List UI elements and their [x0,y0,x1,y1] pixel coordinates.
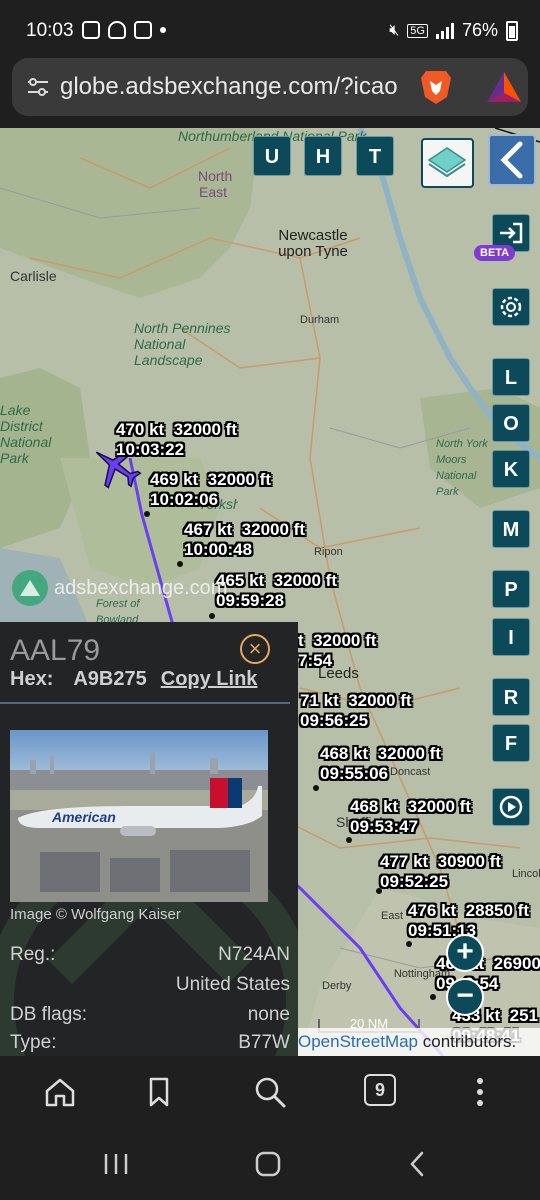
mute-icon: 🔇︎ [389,21,400,39]
network-type: 5G [407,23,428,38]
place-durham: Durham [300,314,340,326]
signal-icon [435,22,454,39]
bat-triangle-icon[interactable] [486,71,522,103]
p-button[interactable]: P [492,570,530,608]
hex-row: Hex: A9B275 Copy Link [10,668,258,690]
dbflags-value: none [247,1004,290,1025]
adsbx-logo-icon [12,570,48,606]
copy-link[interactable]: Copy Link [161,668,258,690]
url-text[interactable]: globe.adsbexchange.com/?icao [60,73,408,101]
image-credit: Image © Wolfgang Kaiser [10,906,181,923]
tabs-button[interactable]: 9 [364,1074,396,1106]
close-panel-button[interactable]: × [240,634,270,664]
o-button[interactable]: O [492,404,530,442]
place-north-york-moors: North York Moors National Park [436,438,488,498]
dbflags-row: DB flags: none [10,1004,290,1025]
battery-percent: 76% [461,20,498,40]
clock: 10:03 [26,20,74,41]
t-button[interactable]: T [356,136,394,176]
place-east-midlands: East Midlands [380,910,403,922]
place-ripon: Ripon [314,546,343,558]
brave-lion-icon[interactable] [420,69,452,105]
h-button[interactable]: H [304,136,342,176]
place-lincoln: Lincoln [512,868,540,880]
u-button[interactable]: U [253,136,291,176]
status-bar: 10:03 🔇︎ 5G 76% [0,0,540,58]
divider [0,702,290,704]
k-button[interactable]: K [492,450,530,488]
close-icon: × [248,636,262,661]
i-button[interactable]: I [492,618,530,656]
track-label: 469 kt 32000 ft 10:02:06 [150,470,271,509]
track-label: 465 kt 32000 ft 09:59:28 [216,571,337,610]
recents-icon[interactable] [102,1150,130,1178]
track-label: 477 kt 30900 ft 09:52:25 [380,852,501,891]
track-label: 468 kt 32000 ft 09:53:47 [350,797,471,836]
osm-link[interactable]: OpenStreetMap [298,1032,418,1051]
replay-button[interactable] [492,788,530,826]
type-row: Type: B77W [10,1032,290,1053]
callsign: AAL79 [10,634,101,667]
l-button[interactable]: L [492,358,530,396]
track-label: 467 kt 32000 ft 10:00:48 [184,520,305,559]
reg-value: N724AN [218,944,290,965]
instagram-notification-icon [82,21,100,39]
settings-button[interactable] [492,288,530,326]
place-derby: Derby [322,980,352,992]
place-newcastle: Newcastle upon Tyne [278,227,348,260]
replay-icon [499,795,523,819]
bookmark-icon[interactable] [141,1074,177,1110]
place-lake-district: Lake District National Park [0,402,52,466]
layers-icon [427,147,467,178]
zoom-in-button[interactable]: + [446,934,484,972]
reg-row: Reg.: N724AN [10,944,290,965]
f-button[interactable]: F [492,724,530,762]
more-icon[interactable] [462,1074,498,1110]
zoom-out-button[interactable]: − [446,978,484,1016]
snapchat-notification-icon [108,21,126,39]
track-label: 470 kt 32000 ft 10:03:22 [116,420,237,459]
type-value: B77W [238,1032,290,1053]
country-value: United States [175,974,290,995]
place-north-east: North East [198,168,233,200]
home-icon[interactable] [42,1074,78,1110]
system-nav-bar [0,1128,540,1200]
hex-value: A9B275 [73,668,147,690]
gear-icon [500,296,522,318]
collapse-sidebar-button[interactable] [488,134,536,186]
layers-button[interactable] [421,138,474,188]
place-carlisle: Carlisle [10,268,57,284]
battery-icon [506,20,518,41]
map-attribution: OpenStreetMap contributors. [296,1028,540,1056]
aircraft-info-panel: AAL79 × Hex: A9B275 Copy Link American I… [0,622,298,1056]
back-chevron-icon [500,141,523,179]
more-notifications-dot [160,27,166,33]
r-button[interactable]: R [492,678,530,716]
address-bar[interactable]: globe.adsbexchange.com/?icao [12,58,528,116]
svg-text:American: American [51,809,116,825]
m-button[interactable]: M [492,510,530,548]
back-nav-icon[interactable] [404,1150,432,1178]
place-north-pennines: North Pennines National Landscape [134,320,231,368]
gallery-notification-icon [134,21,152,39]
track-label: t 32000 ft 7:54 [298,631,377,670]
beta-badge: BETA [474,245,516,261]
browser-toolbar: globe.adsbexchange.com/?icao [0,58,540,128]
tune-icon[interactable] [26,76,50,98]
track-label: 71 kt 32000 ft 09:56:25 [300,691,412,730]
adsbexchange-watermark: adsbexchange.com [12,570,227,606]
track-label: 468 kt 32000 ft 09:55:06 [320,744,441,783]
browser-bottom-bar: 9 [0,1056,540,1128]
search-icon[interactable] [252,1074,288,1110]
aircraft-photo[interactable]: American [10,730,268,902]
home-nav-icon[interactable] [254,1150,282,1178]
